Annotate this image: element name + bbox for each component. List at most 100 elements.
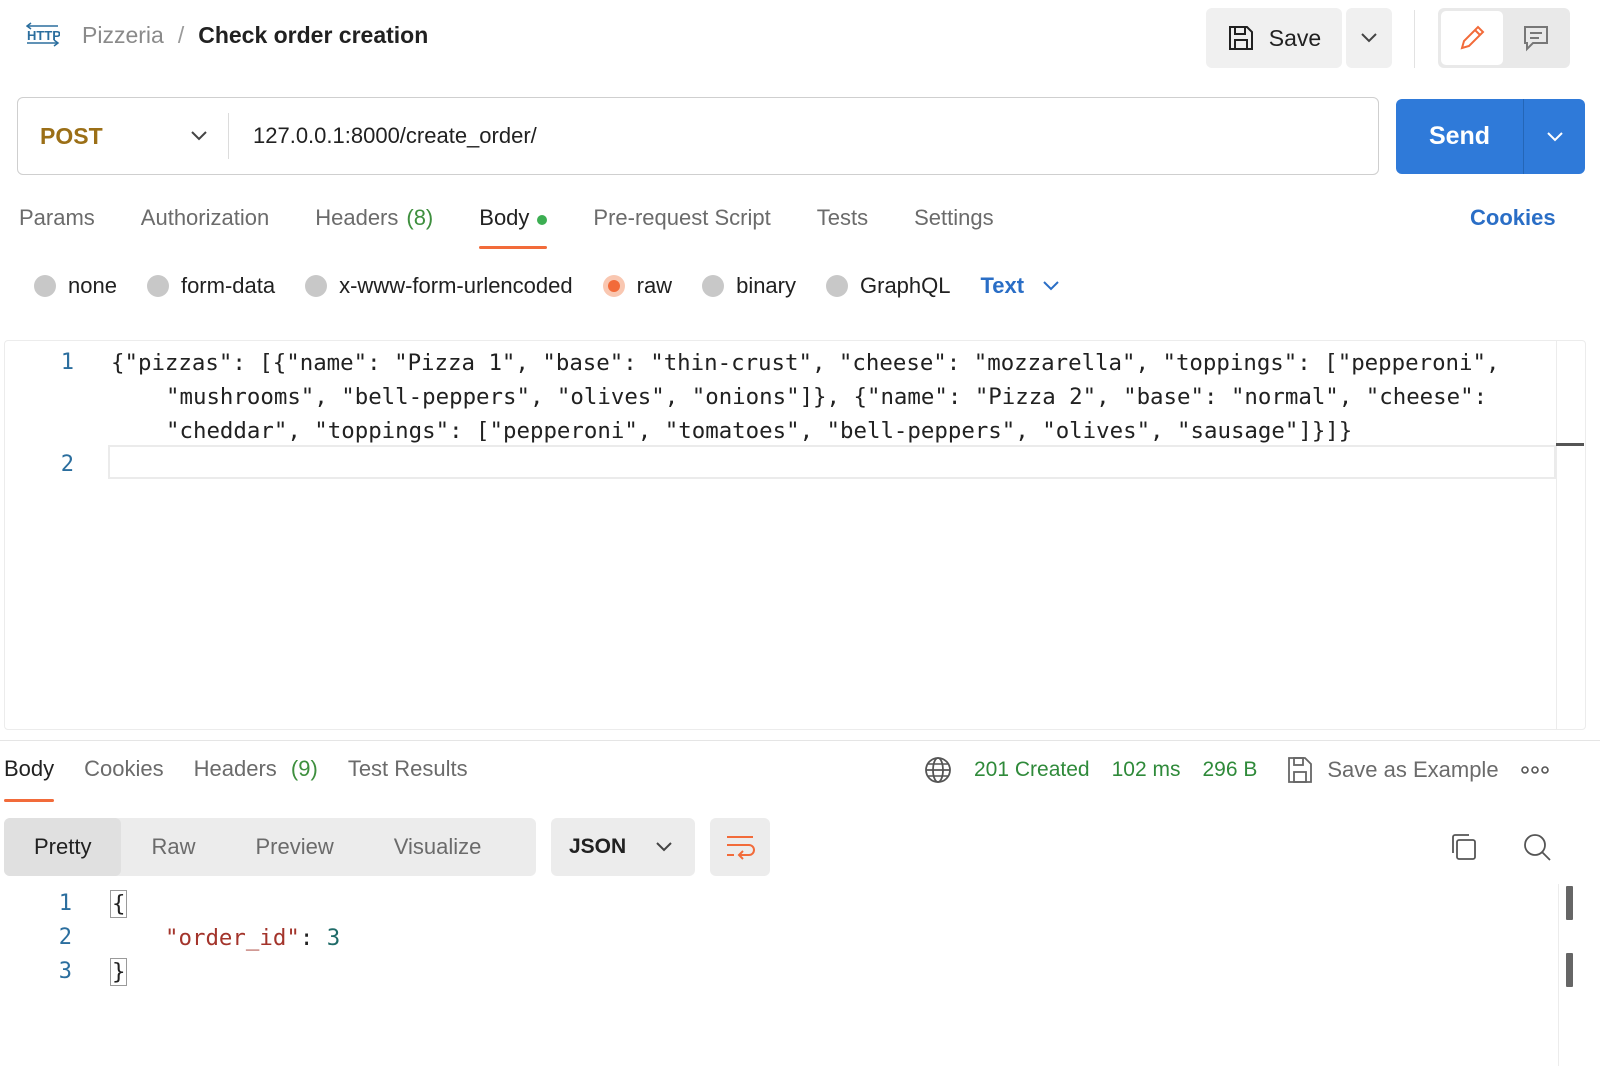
view-visualize[interactable]: Visualize — [364, 818, 512, 876]
json-open-brace: { — [110, 890, 128, 918]
editor-scrollbar[interactable] — [1556, 341, 1557, 729]
save-icon — [1228, 26, 1253, 50]
radio-circle — [146, 275, 169, 297]
chevron-down-icon — [1361, 33, 1377, 43]
panel-resize-handle[interactable] — [0, 740, 1600, 741]
status-code[interactable]: 201 Created — [974, 758, 1090, 782]
search-icon[interactable] — [1522, 832, 1552, 867]
code-line: "mushrooms", "bell-peppers", "olives", "… — [166, 384, 1488, 410]
method-select[interactable]: POST — [18, 98, 228, 174]
radio-form-data-label: form-data — [180, 273, 276, 298]
response-time[interactable]: 102 ms — [1112, 758, 1181, 782]
radio-binary-label: binary — [736, 273, 796, 298]
view-preview[interactable]: Preview — [225, 818, 363, 876]
save-icon — [1288, 757, 1313, 783]
response-tab-cookies[interactable]: Cookies — [84, 756, 163, 802]
http-icon: HTTP — [25, 22, 61, 52]
view-pretty[interactable]: Pretty — [4, 818, 122, 876]
cookies-link[interactable]: Cookies — [1470, 205, 1556, 231]
radio-graphql[interactable]: GraphQL — [826, 273, 951, 299]
json-colon: : — [299, 925, 327, 951]
scroll-position-marker — [1556, 443, 1584, 446]
send-dropdown-button[interactable] — [1524, 99, 1585, 174]
tab-tests[interactable]: Tests — [817, 205, 868, 249]
tab-params[interactable]: Params — [19, 205, 95, 249]
send-button[interactable]: Send — [1396, 99, 1524, 174]
headers-count: (8) — [406, 205, 434, 230]
breadcrumb-collection[interactable]: Pizzeria — [82, 22, 164, 49]
save-button[interactable]: Save — [1206, 8, 1342, 68]
json-close-brace: } — [110, 958, 128, 986]
response-tab-headers[interactable]: Headers (9) — [194, 756, 318, 802]
tab-headers-label: Headers — [315, 205, 399, 230]
pencil-icon — [1460, 25, 1485, 50]
wrap-lines-button[interactable] — [710, 818, 770, 876]
wrap-lines-icon — [727, 836, 755, 860]
body-indicator-dot — [537, 215, 548, 225]
response-tab-body[interactable]: Body — [4, 756, 55, 802]
body-type-selector: none form-data x-www-form-urlencoded raw… — [34, 268, 1060, 304]
response-tab-headers-label: Headers — [193, 756, 277, 781]
response-meta: 201 Created 102 ms 296 B Save as Example — [924, 756, 1549, 784]
response-headers-count: (9) — [290, 756, 318, 781]
radio-circle — [702, 275, 725, 297]
edit-mode-button[interactable] — [1441, 11, 1503, 65]
url-input[interactable] — [229, 98, 1378, 174]
line-number: 1 — [58, 891, 72, 916]
raw-type-label: Text — [980, 273, 1025, 298]
radio-circle — [305, 275, 328, 297]
json-key: "order_id" — [165, 925, 300, 951]
save-as-example-label: Save as Example — [1327, 757, 1499, 782]
line-number: 3 — [58, 959, 72, 984]
response-code-line: { — [110, 890, 128, 918]
scroll-marker — [1566, 886, 1573, 920]
save-as-example-button[interactable]: Save as Example — [1287, 756, 1499, 784]
tab-body[interactable]: Body — [479, 205, 548, 249]
response-code-line: "order_id": 3 — [165, 925, 340, 951]
save-group: Save — [1206, 8, 1392, 68]
copy-icon[interactable] — [1449, 832, 1479, 867]
response-tab-test-results[interactable]: Test Results — [348, 756, 468, 802]
response-size[interactable]: 296 B — [1202, 758, 1257, 782]
tab-pre-request-script[interactable]: Pre-request Script — [593, 205, 770, 249]
request-title[interactable]: Check order creation — [198, 22, 428, 49]
radio-raw[interactable]: raw — [602, 273, 672, 299]
line-number: 1 — [60, 350, 74, 375]
chevron-down-icon — [656, 842, 672, 852]
radio-urlencoded[interactable]: x-www-form-urlencoded — [305, 273, 573, 299]
more-options-icon[interactable] — [1520, 765, 1549, 775]
tab-settings[interactable]: Settings — [914, 205, 994, 249]
save-dropdown-button[interactable] — [1346, 8, 1392, 68]
response-format-label: JSON — [569, 835, 627, 858]
line-number: 2 — [58, 925, 72, 950]
radio-circle — [826, 275, 848, 297]
radio-circle — [34, 275, 56, 297]
toolbar-divider — [1414, 10, 1415, 68]
raw-type-select[interactable]: Text — [981, 273, 1061, 299]
radio-form-data[interactable]: form-data — [146, 273, 276, 299]
chevron-down-icon — [191, 131, 207, 141]
request-tabs: Params Authorization Headers (8) Body Pr… — [19, 205, 1040, 249]
globe-icon[interactable] — [924, 756, 952, 784]
radio-graphql-label: GraphQL — [860, 273, 951, 298]
radio-binary[interactable]: binary — [702, 273, 796, 299]
response-format-select[interactable]: JSON — [551, 818, 695, 876]
radio-circle-selected — [602, 275, 625, 297]
tab-body-label: Body — [479, 205, 530, 230]
breadcrumb: Pizzeria / Check order creation — [82, 22, 428, 49]
url-bar: POST — [17, 97, 1379, 175]
tab-headers[interactable]: Headers (8) — [315, 205, 433, 249]
json-value: 3 — [326, 925, 341, 951]
comment-mode-button[interactable] — [1505, 11, 1567, 65]
response-scrollbar[interactable] — [1558, 884, 1559, 1066]
radio-urlencoded-label: x-www-form-urlencoded — [339, 273, 573, 298]
line-number: 2 — [60, 452, 74, 477]
view-raw[interactable]: Raw — [121, 818, 225, 876]
response-tabs: Body Cookies Headers (9) Test Results — [4, 756, 498, 802]
save-label: Save — [1268, 24, 1322, 51]
code-line: "cheddar", "toppings": ["pepperoni", "to… — [166, 418, 1353, 444]
response-view-selector: Pretty Raw Preview Visualize — [4, 818, 536, 876]
radio-none[interactable]: none — [34, 273, 117, 299]
tab-authorization[interactable]: Authorization — [141, 205, 269, 249]
breadcrumb-separator: / — [177, 22, 185, 48]
